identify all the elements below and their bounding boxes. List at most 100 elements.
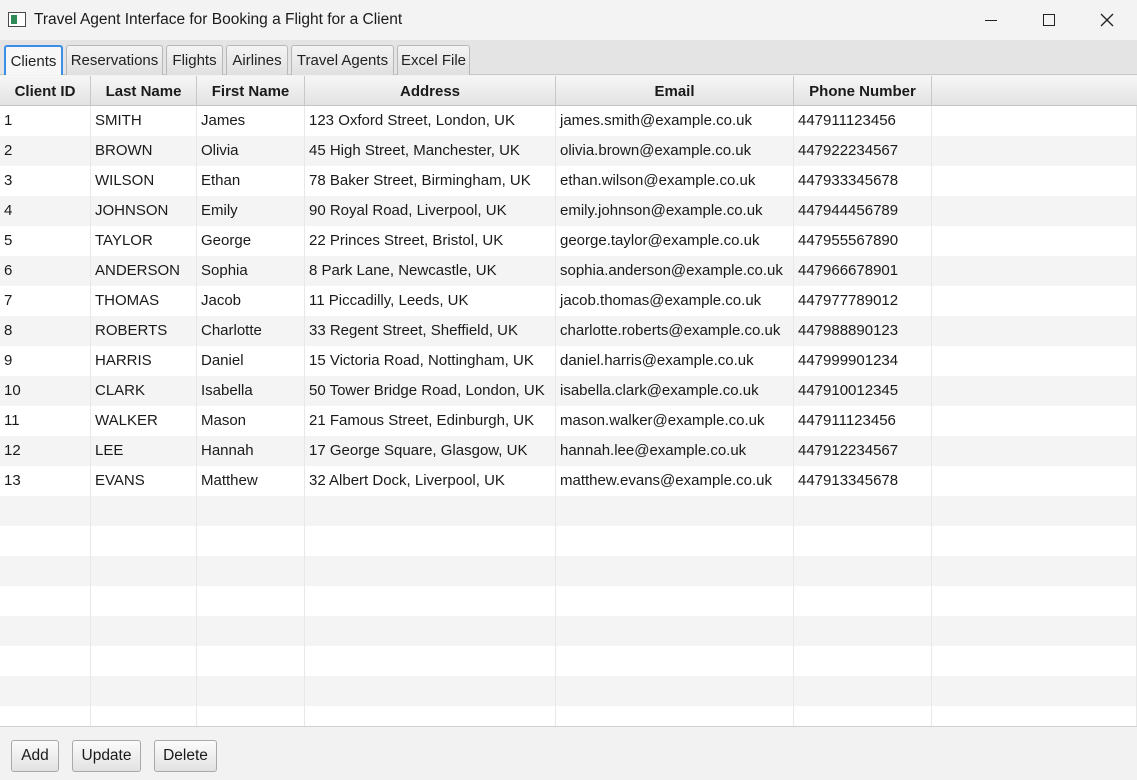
- table-cell: [932, 226, 1137, 256]
- empty-table-row[interactable]: [0, 586, 1137, 616]
- column-header-phone-number[interactable]: Phone Number: [794, 76, 932, 106]
- column-header-client-id[interactable]: Client ID: [0, 76, 91, 106]
- table-cell: [932, 676, 1137, 706]
- update-button[interactable]: Update: [72, 740, 141, 772]
- table-cell: 447912234567: [794, 436, 932, 466]
- close-button[interactable]: [1078, 0, 1136, 40]
- table-cell: [556, 556, 794, 586]
- tab-airlines[interactable]: Airlines: [226, 45, 288, 75]
- table-cell: [197, 706, 305, 726]
- table-row[interactable]: 5 TAYLOR George 22 Princes Street, Bristol,…: [0, 226, 1137, 256]
- table-cell: [305, 526, 556, 556]
- table-cell: [794, 526, 932, 556]
- table-row[interactable]: 12 LEE Hannah 17 George Square, Glasgow, UK…: [0, 436, 1137, 466]
- table-cell: [794, 496, 932, 526]
- table-cell: [305, 706, 556, 726]
- tab-flights[interactable]: Flights: [166, 45, 223, 75]
- table-cell: [932, 196, 1137, 226]
- maximize-icon: [1043, 14, 1055, 26]
- column-header-email[interactable]: Email: [556, 76, 794, 106]
- column-header-address[interactable]: Address: [305, 76, 556, 106]
- column-header-first-name[interactable]: First Name: [197, 76, 305, 106]
- empty-table-row[interactable]: [0, 616, 1137, 646]
- table-cell: [794, 616, 932, 646]
- table-cell: charlotte.roberts@example.co.uk: [556, 316, 794, 346]
- table-row[interactable]: 11 WALKER Mason 21 Famous Street, Edinburgh…: [0, 406, 1137, 436]
- table-header: Client ID Last Name First Name Address E…: [0, 76, 1137, 106]
- table-cell: WALKER: [91, 406, 197, 436]
- table-cell: [932, 646, 1137, 676]
- close-icon: [1100, 13, 1114, 27]
- empty-table-row[interactable]: [0, 496, 1137, 526]
- table-row[interactable]: 3 WILSON Ethan 78 Baker Street, Birmingham,…: [0, 166, 1137, 196]
- table-cell: [932, 436, 1137, 466]
- table-cell: HARRIS: [91, 346, 197, 376]
- table-row[interactable]: 2 BROWN Olivia 45 High Street, Manchester, …: [0, 136, 1137, 166]
- tab-reservations[interactable]: Reservations: [66, 45, 163, 75]
- empty-table-row[interactable]: [0, 676, 1137, 706]
- table-cell: [91, 526, 197, 556]
- clients-table[interactable]: Client ID Last Name First Name Address E…: [0, 76, 1137, 726]
- table-cell: [794, 676, 932, 706]
- empty-table-row[interactable]: [0, 526, 1137, 556]
- table-cell: [305, 586, 556, 616]
- table-cell: 447966678901: [794, 256, 932, 286]
- table-cell: [932, 346, 1137, 376]
- table-cell: [932, 526, 1137, 556]
- tab-travel-agents[interactable]: Travel Agents: [291, 45, 394, 75]
- table-cell: 9: [0, 346, 91, 376]
- table-cell: [932, 286, 1137, 316]
- table-cell: hannah.lee@example.co.uk: [556, 436, 794, 466]
- table-row[interactable]: 10 CLARK Isabella 50 Tower Bridge Road, Lon…: [0, 376, 1137, 406]
- table-row[interactable]: 9 HARRIS Daniel 15 Victoria Road, Nottingha…: [0, 346, 1137, 376]
- table-cell: [932, 556, 1137, 586]
- table-cell: 78 Baker Street, Birmingham, UK: [305, 166, 556, 196]
- table-row[interactable]: 8 ROBERTS Charlotte 33 Regent Street, Sheff…: [0, 316, 1137, 346]
- table-cell: [932, 466, 1137, 496]
- table-cell: 447933345678: [794, 166, 932, 196]
- delete-button[interactable]: Delete: [154, 740, 217, 772]
- empty-table-row[interactable]: [0, 646, 1137, 676]
- table-cell: [556, 526, 794, 556]
- table-cell: [932, 706, 1137, 726]
- table-row[interactable]: 1 SMITH James 123 Oxford Street, London, UK…: [0, 106, 1137, 136]
- add-button[interactable]: Add: [11, 740, 59, 772]
- table-cell: 50 Tower Bridge Road, London, UK: [305, 376, 556, 406]
- tab-clients[interactable]: Clients: [4, 45, 63, 75]
- table-cell: Jacob: [197, 286, 305, 316]
- table-cell: Ethan: [197, 166, 305, 196]
- table-cell: Matthew: [197, 466, 305, 496]
- column-header-last-name[interactable]: Last Name: [91, 76, 197, 106]
- empty-table-row[interactable]: [0, 706, 1137, 726]
- table-cell: Hannah: [197, 436, 305, 466]
- table-cell: EVANS: [91, 466, 197, 496]
- table-cell: 12: [0, 436, 91, 466]
- table-cell: [91, 556, 197, 586]
- table-row[interactable]: 4 JOHNSON Emily 90 Royal Road, Liverpool, U…: [0, 196, 1137, 226]
- table-cell: [305, 646, 556, 676]
- table-cell: WILSON: [91, 166, 197, 196]
- table-cell: 32 Albert Dock, Liverpool, UK: [305, 466, 556, 496]
- table-cell: CLARK: [91, 376, 197, 406]
- table-row[interactable]: 13 EVANS Matthew 32 Albert Dock, Liverpool,…: [0, 466, 1137, 496]
- table-cell: [0, 676, 91, 706]
- table-row[interactable]: 7 THOMAS Jacob 11 Piccadilly, Leeds, UK jaco…: [0, 286, 1137, 316]
- table-cell: [794, 586, 932, 616]
- empty-table-row[interactable]: [0, 556, 1137, 586]
- table-cell: isabella.clark@example.co.uk: [556, 376, 794, 406]
- tab-bar: Clients Reservations Flights Airlines Tr…: [0, 40, 1137, 75]
- table-cell: ANDERSON: [91, 256, 197, 286]
- table-cell: [932, 586, 1137, 616]
- table-cell: [91, 706, 197, 726]
- table-cell: 90 Royal Road, Liverpool, UK: [305, 196, 556, 226]
- table-cell: JOHNSON: [91, 196, 197, 226]
- table-row[interactable]: 6 ANDERSON Sophia 8 Park Lane, Newcastle, U…: [0, 256, 1137, 286]
- window-title: Travel Agent Interface for Booking a Fli…: [34, 11, 403, 28]
- maximize-button[interactable]: [1020, 0, 1078, 40]
- tab-excel-file[interactable]: Excel File: [397, 45, 470, 75]
- table-cell: 21 Famous Street, Edinburgh, UK: [305, 406, 556, 436]
- table-cell: [197, 616, 305, 646]
- minimize-button[interactable]: [962, 0, 1020, 40]
- table-cell: [197, 586, 305, 616]
- table-cell: ethan.wilson@example.co.uk: [556, 166, 794, 196]
